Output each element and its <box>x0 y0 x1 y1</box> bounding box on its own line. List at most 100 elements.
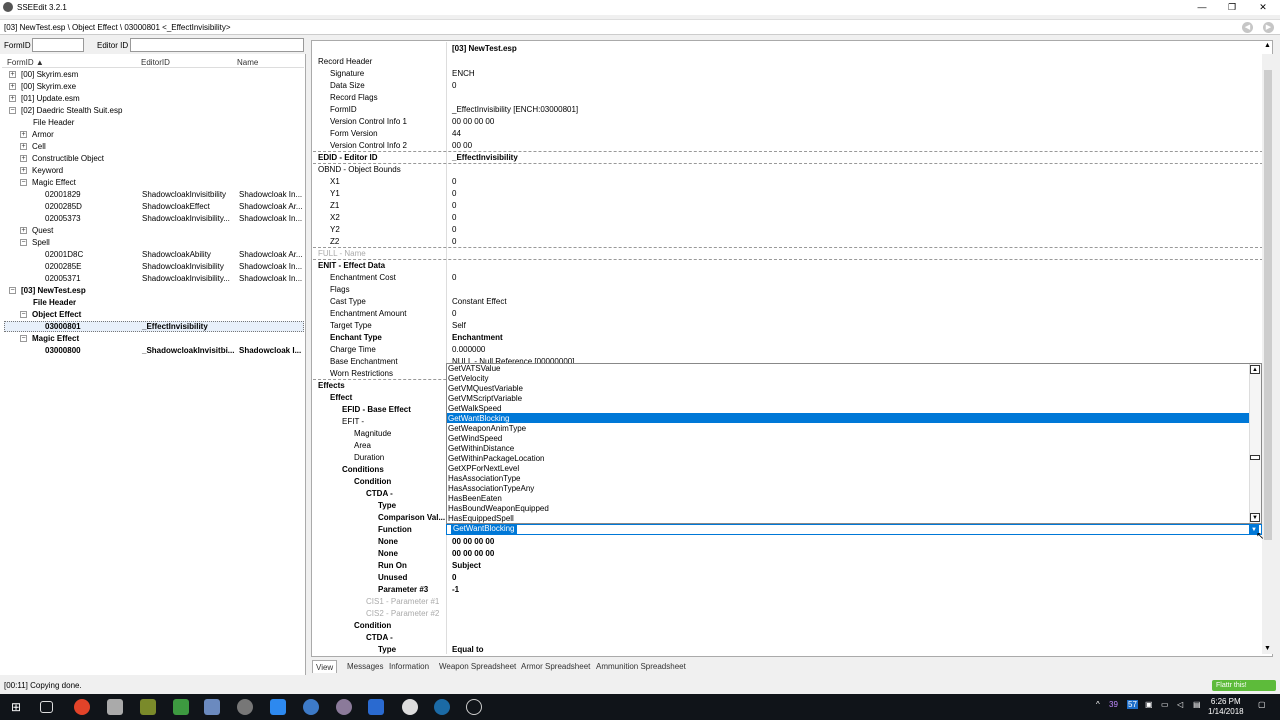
tree-item-plugin[interactable]: + [01] Update.esm <box>9 93 80 105</box>
collapse-icon[interactable]: − <box>20 335 27 342</box>
app-icon-4[interactable] <box>204 699 220 715</box>
tree-item-group[interactable]: − Magic Effect <box>20 177 76 189</box>
steam-icon[interactable] <box>434 699 450 715</box>
app-icon-1[interactable] <box>107 699 123 715</box>
tree-item-plugin[interactable]: + [00] Skyrim.exe <box>9 81 76 93</box>
app-icon-9[interactable] <box>402 699 418 715</box>
tree-item-group[interactable]: − Magic Effect <box>20 333 79 345</box>
tree-item-plugin[interactable]: + [00] Skyrim.esm <box>9 69 78 81</box>
app-icon-2[interactable] <box>140 699 156 715</box>
task-view-icon[interactable] <box>40 701 53 713</box>
app-icon-3[interactable] <box>173 699 189 715</box>
dropdown-scroll-down-icon[interactable]: ▼ <box>1250 513 1260 522</box>
field-value[interactable]: Constant Effect <box>452 297 507 306</box>
tree-record[interactable]: 03000800 <box>45 345 81 357</box>
field-value[interactable]: Self <box>452 321 466 330</box>
expand-icon[interactable]: + <box>9 83 16 90</box>
windows-start-icon[interactable]: ⊞ <box>8 699 24 715</box>
keyboard-icon[interactable]: ▤ <box>1193 700 1201 709</box>
tree-item-plugin[interactable]: − [02] Daedric Stealth Suit.esp <box>9 105 122 117</box>
app-icon-7[interactable] <box>303 699 319 715</box>
dropdown-option[interactable]: GetWalkSpeed <box>448 404 502 414</box>
maximize-button[interactable]: ❐ <box>1217 0 1247 15</box>
dropdown-option[interactable]: HasEquippedSpell <box>448 514 514 524</box>
dropdown-option[interactable]: GetVelocity <box>448 374 488 384</box>
field-value[interactable]: ENCH <box>452 69 475 78</box>
field-value[interactable]: Equal to <box>452 645 484 654</box>
scroll-up-icon[interactable]: ▲ <box>1264 42 1271 49</box>
field-value[interactable]: _EffectInvisibility <box>452 153 518 162</box>
field-value[interactable]: 0 <box>452 225 456 234</box>
tree-record[interactable]: 02001829 <box>45 189 81 201</box>
app-icon-10[interactable] <box>466 699 482 715</box>
collapse-icon[interactable]: − <box>9 287 16 294</box>
field-value[interactable]: 0 <box>452 201 456 210</box>
tray-app-icon[interactable]: ▣ <box>1145 700 1153 709</box>
app-icon-5[interactable] <box>237 699 253 715</box>
dropdown-option[interactable]: GetWithinPackageLocation <box>448 454 545 464</box>
dropdown-scroll-thumb[interactable] <box>1250 455 1260 460</box>
dropdown-option[interactable]: GetVATSValue <box>448 364 500 374</box>
editorid-filter-input[interactable] <box>130 38 304 52</box>
tree-item-group[interactable]: − Spell <box>20 237 50 249</box>
tab-information[interactable]: Information <box>386 660 432 673</box>
function-combobox[interactable] <box>446 524 1262 535</box>
tree-item-group[interactable]: File Header <box>33 117 74 129</box>
tree-record-selected[interactable]: 03000801 <box>45 321 81 333</box>
column-header-name[interactable]: Name <box>237 58 258 67</box>
dropdown-scrollbar[interactable] <box>1249 364 1261 523</box>
forward-icon[interactable]: ▶ <box>1263 22 1274 33</box>
dropdown-option[interactable]: GetWeaponAnimType <box>448 424 526 434</box>
tab-ammunition-spreadsheet[interactable]: Ammunition Spreadsheet <box>593 660 689 673</box>
chrome-icon[interactable] <box>74 699 90 715</box>
expand-icon[interactable]: + <box>9 71 16 78</box>
expand-icon[interactable]: + <box>20 227 27 234</box>
field-value[interactable]: 0 <box>452 309 456 318</box>
volume-icon[interactable]: ◁ <box>1177 700 1183 709</box>
scroll-down-icon[interactable]: ▼ <box>1264 645 1271 652</box>
tree-record[interactable]: 02001D8C <box>45 249 83 261</box>
dropdown-option[interactable]: GetVMQuestVariable <box>448 384 523 394</box>
dropdown-option[interactable]: GetWindSpeed <box>448 434 502 444</box>
tree-item-plugin[interactable]: − [03] NewTest.esp <box>9 285 86 297</box>
column-header-formid[interactable]: FormID ▲ <box>7 58 44 67</box>
tree-record[interactable]: 02005373 <box>45 213 81 225</box>
tray-counter-57[interactable]: 57 <box>1127 700 1138 709</box>
field-value[interactable]: 0 <box>452 81 456 90</box>
tree-record[interactable]: 0200285E <box>45 261 81 273</box>
expand-icon[interactable]: + <box>20 143 27 150</box>
field-value[interactable]: 44 <box>452 129 461 138</box>
scrollbar-thumb[interactable] <box>1264 70 1272 540</box>
tab-messages[interactable]: Messages <box>344 660 386 673</box>
dropdown-option[interactable]: HasBeenEaten <box>448 494 502 504</box>
tree-item-group[interactable]: File Header <box>33 297 76 309</box>
collapse-icon[interactable]: − <box>9 107 16 114</box>
collapse-icon[interactable]: − <box>20 311 27 318</box>
field-value[interactable]: 0 <box>452 237 456 246</box>
collapse-icon[interactable]: − <box>20 239 27 246</box>
dropdown-option[interactable]: GetVMScriptVariable <box>448 394 522 404</box>
field-value[interactable]: Subject <box>452 561 481 570</box>
tree-item-group[interactable]: + Constructible Object <box>20 153 104 165</box>
tree-item-group[interactable]: + Cell <box>20 141 46 153</box>
field-value[interactable]: 0 <box>452 189 456 198</box>
tray-counter-39[interactable]: 39 <box>1109 700 1118 709</box>
field-value[interactable]: -1 <box>452 585 459 594</box>
field-value[interactable]: 0 <box>452 573 456 582</box>
back-icon[interactable]: ◀ <box>1242 22 1253 33</box>
field-value[interactable]: 00 00 00 00 <box>452 549 494 558</box>
dropdown-option[interactable]: GetWithinDistance <box>448 444 514 454</box>
dropdown-option[interactable]: HasBoundWeaponEquipped <box>448 504 549 514</box>
minimize-button[interactable]: — <box>1187 0 1217 15</box>
dropdown-option[interactable]: HasAssociationType <box>448 474 520 484</box>
field-value[interactable]: 00 00 00 00 <box>452 117 494 126</box>
notifications-icon[interactable]: ▢ <box>1258 700 1266 709</box>
dropdown-scroll-up-icon[interactable]: ▲ <box>1250 365 1260 374</box>
app-icon-8[interactable] <box>368 699 384 715</box>
tab-armor-spreadsheet[interactable]: Armor Spreadsheet <box>518 660 593 673</box>
flattr-button[interactable]: Flattr this! <box>1212 680 1276 691</box>
column-header-editorid[interactable]: EditorID <box>141 58 170 67</box>
field-value[interactable]: 0 <box>452 213 456 222</box>
tree-record[interactable]: 0200285D <box>45 201 82 213</box>
expand-icon[interactable]: + <box>20 167 27 174</box>
